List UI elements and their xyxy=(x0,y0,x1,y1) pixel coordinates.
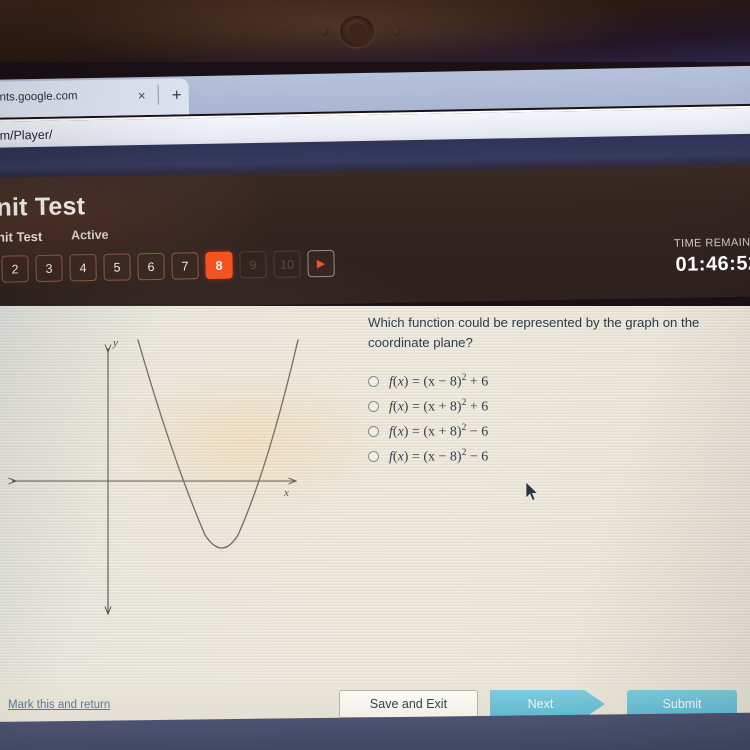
answer-option-3-exp: 2 xyxy=(461,422,467,433)
pager-button-5[interactable]: 5 xyxy=(103,253,131,281)
fn-notation-1: f xyxy=(389,374,393,390)
pager-button-3[interactable]: 3 xyxy=(35,254,63,283)
answer-option-1-lhs: (x − 8) xyxy=(423,374,462,390)
page-title: nit Test xyxy=(0,192,86,222)
parabola-curve xyxy=(137,339,299,549)
answer-option-4-label: f(x) = (x − 8)2 − 6 xyxy=(389,447,489,465)
answer-option-2[interactable]: f(x) = (x + 8)2 + 6 xyxy=(368,394,736,419)
test-header: nit Test nit Test Active TIME REMAINING … xyxy=(0,164,750,310)
answer-option-4[interactable]: f(x) = (x − 8)2 − 6 xyxy=(368,444,736,469)
answer-option-4-exp: 2 xyxy=(461,447,467,458)
screenshot-root: ounts.google.com × + com/Player/ nit Tes… xyxy=(0,0,750,750)
address-bar-url[interactable]: com/Player/ xyxy=(0,128,53,143)
pager-button-8-current[interactable]: 8 xyxy=(205,251,233,280)
answer-option-3-label: f(x) = (x + 8)2 − 6 xyxy=(389,422,489,440)
question-prompt: Which function could be represented by t… xyxy=(368,315,700,351)
time-remaining-label: TIME REMAINING xyxy=(673,236,750,250)
microphone-icon-right xyxy=(392,27,401,36)
coordinate-plane-graph xyxy=(0,339,299,638)
answer-option-2-exp: 2 xyxy=(461,397,467,408)
x-axis-label: x xyxy=(284,487,289,499)
answer-option-3-lhs: (x + 8) xyxy=(423,424,462,440)
mouse-cursor xyxy=(525,481,539,501)
mark-and-return-link[interactable]: Mark this and return xyxy=(8,699,110,711)
breadcrumb-test[interactable]: nit Test xyxy=(0,229,42,245)
pager-button-4[interactable]: 4 xyxy=(69,253,97,282)
status-badge: Active xyxy=(70,227,109,243)
webcam-lens-inner xyxy=(348,23,366,40)
answer-option-1-tail: + 6 xyxy=(469,374,489,390)
header-glare xyxy=(0,164,750,310)
answer-option-2-tail: + 6 xyxy=(469,399,489,415)
pager-button-2[interactable]: 2 xyxy=(1,255,29,283)
y-axis-label: y xyxy=(113,337,118,349)
answer-option-1-exp: 2 xyxy=(461,372,467,383)
play-icon[interactable]: ▶ xyxy=(307,249,335,278)
fn-notation-4: f xyxy=(389,449,393,465)
radio-button-2[interactable] xyxy=(368,401,379,412)
close-icon[interactable]: × xyxy=(133,88,151,104)
pager-button-6[interactable]: 6 xyxy=(137,252,165,281)
pager-button-7[interactable]: 7 xyxy=(171,252,199,280)
answer-option-1[interactable]: f(x) = (x − 8)2 + 6 xyxy=(368,369,736,394)
answer-option-2-label: f(x) = (x + 8)2 + 6 xyxy=(389,397,489,415)
radio-button-3[interactable] xyxy=(368,426,379,437)
radio-button-1[interactable] xyxy=(368,376,379,387)
plus-icon[interactable]: + xyxy=(167,85,187,104)
fn-notation-3: f xyxy=(389,424,393,440)
answer-option-3-tail: − 6 xyxy=(469,424,489,440)
radio-button-4[interactable] xyxy=(368,451,379,462)
answer-option-1-label: f(x) = (x − 8)2 + 6 xyxy=(389,372,489,390)
microphone-icon-left xyxy=(320,27,329,36)
save-and-exit-button[interactable]: Save and Exit xyxy=(339,690,478,718)
webcam-icon xyxy=(340,16,374,47)
answer-option-2-lhs: (x + 8) xyxy=(423,399,462,415)
answer-options[interactable]: f(x) = (x − 8)2 + 6 f(x) = (x + 8)2 + 6 … xyxy=(368,369,736,469)
answer-option-4-lhs: (x − 8) xyxy=(423,449,462,465)
answer-option-3[interactable]: f(x) = (x + 8)2 − 6 xyxy=(368,419,736,444)
pager-button-9: 9 xyxy=(239,251,267,279)
pager-button-10: 10 xyxy=(273,250,301,278)
fn-notation-2: f xyxy=(389,399,393,415)
time-remaining-value: 01:46:52 xyxy=(675,252,750,276)
answer-option-4-tail: − 6 xyxy=(469,449,489,465)
